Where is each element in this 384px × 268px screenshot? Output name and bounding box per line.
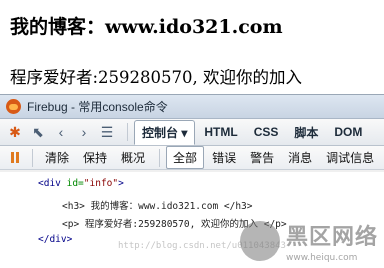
tab-console[interactable]: 控制台 ▾ (134, 119, 196, 145)
page-paragraph: 程序爱好者:259280570, 欢迎你的加入 (10, 68, 303, 87)
watermark-url: www.heiqu.com (285, 253, 358, 263)
filter-debug-button[interactable]: 调试信息 (320, 147, 380, 168)
tab-script[interactable]: 脚本 (287, 121, 325, 144)
filter-info-button[interactable]: 消息 (282, 147, 318, 168)
firebug-titlebar: Firebug - 常用console命令 (0, 95, 384, 119)
filter-warnings-button[interactable]: 警告 (244, 147, 280, 168)
subtoolbar-separator (32, 148, 33, 167)
attr-id-value: "info" (83, 178, 119, 189)
tag-div: <div (38, 178, 67, 189)
filter-errors-button[interactable]: 错误 (206, 147, 242, 168)
command-line-icon[interactable]: ☰ (98, 123, 116, 141)
console-line-div-open[interactable]: <div id="info"> (38, 178, 124, 189)
profile-button[interactable]: 概况 (115, 147, 151, 168)
pause-icon[interactable] (6, 149, 24, 167)
clear-button[interactable]: 清除 (39, 147, 75, 168)
back-icon[interactable]: ‹ (52, 123, 70, 141)
console-output: <div id="info"> <h3> 我的博客：www.ido321.com… (0, 172, 384, 268)
firebug-menu-icon[interactable]: ✱ (6, 123, 24, 141)
tag-div-close-bracket: > (118, 178, 124, 189)
filter-all-button[interactable]: 全部 (166, 146, 205, 169)
console-subtoolbar: 清除 保持 概况 全部 错误 警告 消息 调试信息 (0, 146, 384, 170)
subtoolbar-separator-2 (159, 148, 161, 167)
watermark-title: 黑区网络 (285, 225, 378, 250)
page-heading: 我的博客：www.ido321.com (10, 16, 283, 38)
tab-dom[interactable]: DOM (327, 122, 369, 142)
firebug-window: Firebug - 常用console命令 ✱ ⬉ ‹ › ☰ 控制台 ▾ HT… (0, 94, 384, 268)
persist-button[interactable]: 保持 (77, 147, 113, 168)
attr-id: id= (66, 178, 84, 189)
tab-css[interactable]: CSS (247, 122, 286, 142)
firebug-logo-icon (6, 99, 21, 114)
console-line-div-close[interactable]: </div> (38, 234, 72, 245)
tab-html[interactable]: HTML (197, 122, 244, 142)
console-line-h3[interactable]: <h3> 我的博客：www.ido321.com </h3> (62, 198, 253, 212)
firebug-title: Firebug - 常用console命令 (27, 100, 168, 114)
toolbar-separator (127, 123, 128, 141)
watermark-logo-icon (239, 221, 280, 261)
firebug-toolbar: ✱ ⬉ ‹ › ☰ 控制台 ▾ HTML CSS 脚本 DOM (0, 119, 384, 146)
forward-icon[interactable]: › (75, 123, 93, 141)
inspect-icon[interactable]: ⬉ (29, 123, 47, 141)
watermark: 黑区网络 www.heiqu.com (239, 219, 378, 263)
